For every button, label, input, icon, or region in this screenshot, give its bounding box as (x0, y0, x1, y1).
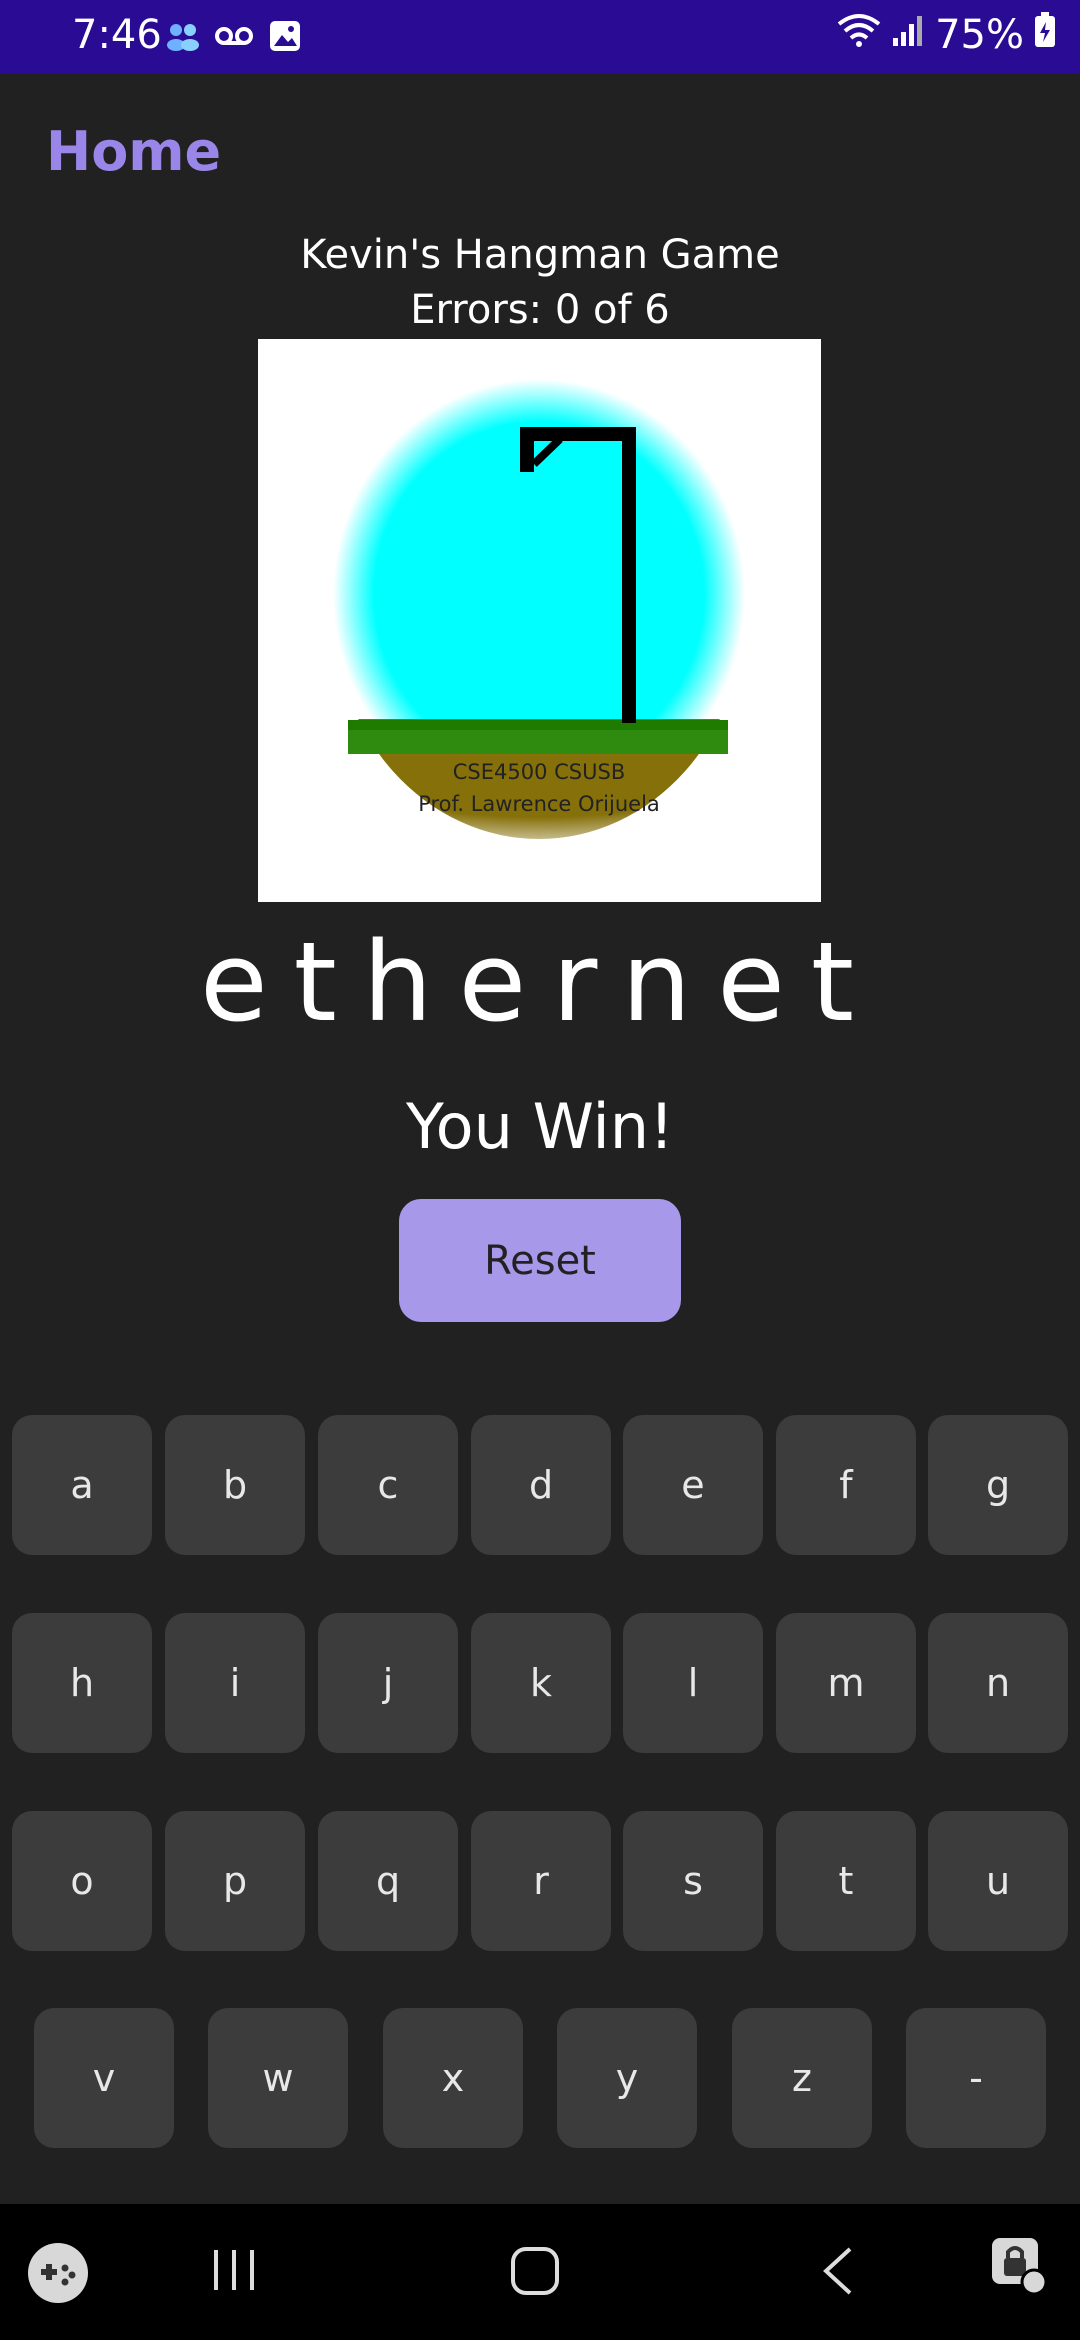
voicemail-icon (214, 24, 254, 52)
key-w[interactable]: w (208, 2008, 348, 2148)
key-j[interactable]: j (318, 1613, 458, 1753)
battery-percent: 75% (935, 12, 1024, 58)
game-launcher-icon[interactable] (27, 2242, 89, 2308)
result-message: You Win! (406, 1090, 674, 1163)
recent-apps-icon[interactable] (210, 2246, 258, 2298)
keyboard-row: a b c d e f g (0, 1415, 1080, 1557)
key-g[interactable]: g (928, 1415, 1068, 1555)
key-m[interactable]: m (776, 1613, 916, 1753)
status-icons-right: 75% (837, 12, 1056, 58)
key-l[interactable]: l (623, 1613, 763, 1753)
key-s[interactable]: s (623, 1811, 763, 1951)
key-r[interactable]: r (471, 1811, 611, 1951)
image-icon (268, 19, 302, 57)
key-i[interactable]: i (165, 1613, 305, 1753)
error-counter: Errors: 0 of 6 (410, 287, 670, 333)
back-icon[interactable] (820, 2246, 856, 2300)
keyboard-row: h i j k l m n (0, 1613, 1080, 1755)
keyboard-row: o p q r s t u (0, 1811, 1080, 1953)
key-e[interactable]: e (623, 1415, 763, 1555)
keyboard-row: v w x y z - (0, 2008, 1080, 2150)
signal-icon (891, 12, 925, 58)
hangman-image: CSE4500 CSUSB Prof. Lawrence Orijuela (258, 339, 821, 902)
key-h[interactable]: h (12, 1613, 152, 1753)
secure-lock-icon[interactable] (988, 2234, 1050, 2300)
home-icon[interactable] (510, 2246, 560, 2300)
system-nav-bar (0, 2204, 1080, 2340)
people-icon (166, 21, 200, 55)
key-t[interactable]: t (776, 1811, 916, 1951)
status-bar: 7:46 75% (0, 0, 1080, 74)
key-u[interactable]: u (928, 1811, 1068, 1951)
key-k[interactable]: k (471, 1613, 611, 1753)
page-title: Home (46, 120, 222, 183)
image-caption-line2: Prof. Lawrence Orijuela (418, 792, 660, 816)
game-title: Kevin's Hangman Game (300, 232, 780, 278)
key-dash[interactable]: - (906, 2008, 1046, 2148)
battery-icon (1034, 12, 1056, 58)
status-time: 7:46 (72, 12, 162, 58)
key-f[interactable]: f (776, 1415, 916, 1555)
status-icons-left (166, 20, 302, 56)
guessed-word: ethernet (199, 918, 880, 1046)
key-p[interactable]: p (165, 1811, 305, 1951)
key-q[interactable]: q (318, 1811, 458, 1951)
key-z[interactable]: z (732, 2008, 872, 2148)
key-n[interactable]: n (928, 1613, 1068, 1753)
key-d[interactable]: d (471, 1415, 611, 1555)
image-caption-line1: CSE4500 CSUSB (453, 760, 625, 784)
reset-button[interactable]: Reset (399, 1199, 681, 1322)
key-x[interactable]: x (383, 2008, 523, 2148)
key-a[interactable]: a (12, 1415, 152, 1555)
key-b[interactable]: b (165, 1415, 305, 1555)
key-y[interactable]: y (557, 2008, 697, 2148)
key-o[interactable]: o (12, 1811, 152, 1951)
wifi-icon (837, 12, 881, 58)
key-c[interactable]: c (318, 1415, 458, 1555)
key-v[interactable]: v (34, 2008, 174, 2148)
